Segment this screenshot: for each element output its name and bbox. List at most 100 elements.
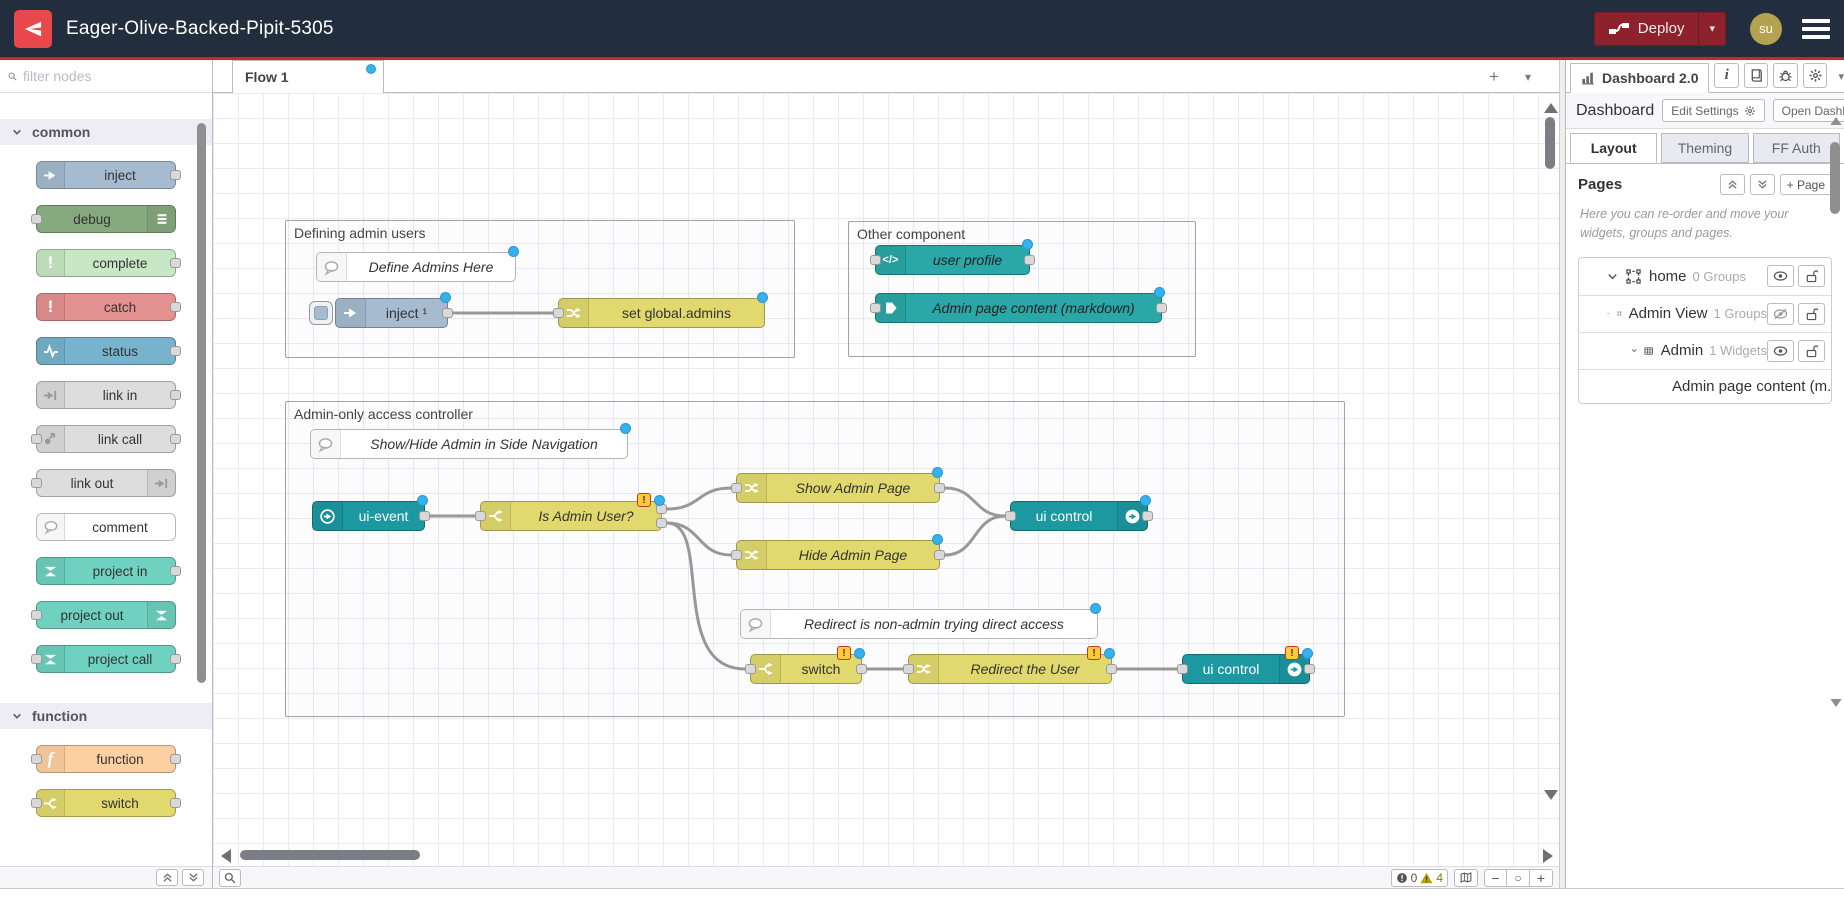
tree-row-home[interactable]: home 0 Groups: [1579, 258, 1831, 295]
output-port[interactable]: [170, 566, 181, 576]
user-avatar[interactable]: su: [1750, 13, 1782, 45]
palette-category-common[interactable]: common: [0, 119, 212, 145]
zoom-reset-button[interactable]: ○: [1507, 869, 1530, 887]
node-comment-define-admins[interactable]: Define Admins Here: [316, 252, 516, 282]
input-port[interactable]: [745, 664, 756, 674]
flow-list-caret[interactable]: ▾: [1525, 70, 1531, 84]
chevron-down-icon[interactable]: [1607, 271, 1618, 282]
flow-canvas[interactable]: Defining admin users Other component Adm…: [213, 93, 1559, 866]
chevron-down-icon[interactable]: [1607, 308, 1610, 319]
sidebar-scrollbar[interactable]: [1829, 98, 1842, 888]
output-port[interactable]: [442, 308, 453, 318]
chevron-down-icon[interactable]: [1631, 345, 1637, 356]
palette-node-link-call[interactable]: link call: [36, 425, 176, 453]
input-port[interactable]: [31, 478, 42, 488]
palette-node-complete[interactable]: ! complete: [36, 249, 176, 277]
input-port[interactable]: [31, 214, 42, 224]
inject-button[interactable]: [309, 301, 333, 325]
deploy-options-caret[interactable]: ▾: [1698, 13, 1725, 45]
horizontal-scroll-thumb[interactable]: [240, 850, 420, 860]
node-hide-admin-page[interactable]: Hide Admin Page: [736, 540, 940, 570]
output-port[interactable]: [170, 754, 181, 764]
output-port[interactable]: [170, 390, 181, 400]
sidebar-scroll-thumb[interactable]: [1830, 142, 1840, 214]
output-port[interactable]: [170, 654, 181, 664]
palette-node-comment[interactable]: comment: [36, 513, 176, 541]
tab-flow-1[interactable]: Flow 1: [232, 60, 384, 93]
group-defining-admin-users[interactable]: Defining admin users: [285, 220, 795, 358]
tab-dashboard-2[interactable]: Dashboard 2.0: [1570, 63, 1709, 93]
palette-node-project-call[interactable]: project call: [36, 645, 176, 673]
output-port[interactable]: [170, 258, 181, 268]
canvas-horizontal-scrollbar[interactable]: [213, 848, 1559, 862]
output-port[interactable]: [856, 664, 867, 674]
node-ui-event[interactable]: ui-event: [312, 501, 425, 531]
input-port[interactable]: [31, 754, 42, 764]
tab-theming[interactable]: Theming: [1661, 133, 1748, 163]
scroll-down-arrow[interactable]: [1830, 699, 1841, 707]
palette-expand-all-button[interactable]: [182, 869, 204, 886]
lock-toggle-button[interactable]: [1798, 340, 1825, 362]
tab-layout[interactable]: Layout: [1570, 133, 1657, 163]
zoom-in-button[interactable]: +: [1530, 869, 1553, 887]
navigator-button[interactable]: [1454, 869, 1478, 887]
scroll-up-arrow[interactable]: [1544, 103, 1558, 113]
palette-search[interactable]: [0, 60, 212, 93]
input-port[interactable]: [31, 798, 42, 808]
node-user-profile[interactable]: </> user profile: [875, 245, 1030, 275]
edit-settings-button[interactable]: Edit Settings: [1662, 99, 1764, 122]
output-port[interactable]: [934, 550, 945, 560]
output-port[interactable]: [934, 483, 945, 493]
node-show-admin-page[interactable]: Show Admin Page: [736, 473, 940, 503]
output-port[interactable]: [170, 302, 181, 312]
lock-toggle-button[interactable]: [1798, 303, 1825, 325]
tree-row-admin-view[interactable]: Admin View 1 Groups: [1579, 295, 1831, 332]
notifications-counter-button[interactable]: 0 4: [1391, 869, 1448, 887]
input-port[interactable]: [475, 511, 486, 521]
sidebar-resize-handle[interactable]: [1559, 60, 1566, 888]
collapse-all-button[interactable]: [1720, 174, 1745, 195]
search-flows-button[interactable]: [219, 869, 241, 887]
palette-scrollbar[interactable]: [197, 123, 206, 683]
palette-node-project-in[interactable]: project in: [36, 557, 176, 585]
visibility-toggle-button[interactable]: [1767, 303, 1794, 325]
input-port[interactable]: [870, 303, 881, 313]
expand-all-button[interactable]: [1750, 174, 1775, 195]
lock-toggle-button[interactable]: [1798, 265, 1825, 287]
add-flow-button[interactable]: +: [1489, 67, 1499, 87]
palette-node-catch[interactable]: ! catch: [36, 293, 176, 321]
canvas-vertical-scrollbar[interactable]: [1543, 93, 1557, 866]
node-set-global-admins[interactable]: set global.admins: [558, 298, 765, 328]
vertical-scroll-thumb[interactable]: [1545, 117, 1555, 169]
node-comment-redirect[interactable]: Redirect is non-admin trying direct acce…: [740, 609, 1098, 639]
input-port[interactable]: [1005, 511, 1016, 521]
input-port[interactable]: [903, 664, 914, 674]
visibility-toggle-button[interactable]: [1767, 265, 1794, 287]
output-port[interactable]: [1024, 255, 1035, 265]
input-port[interactable]: [31, 610, 42, 620]
input-port[interactable]: [731, 483, 742, 493]
scroll-up-arrow[interactable]: [1830, 117, 1841, 125]
output-port[interactable]: [170, 434, 181, 444]
zoom-out-button[interactable]: −: [1484, 869, 1507, 887]
palette-node-project-out[interactable]: project out: [36, 601, 176, 629]
node-is-admin-user[interactable]: Is Admin User? !: [480, 501, 662, 531]
palette-node-link-out[interactable]: link out: [36, 469, 176, 497]
input-port[interactable]: [553, 308, 564, 318]
output-port[interactable]: [1304, 664, 1315, 674]
palette-category-function[interactable]: function: [0, 703, 212, 729]
sidebar-tabs-caret[interactable]: ▾: [1838, 70, 1844, 83]
output-port[interactable]: [1156, 303, 1167, 313]
scroll-left-arrow[interactable]: [221, 849, 231, 863]
palette-node-status[interactable]: status: [36, 337, 176, 365]
input-port[interactable]: [31, 654, 42, 664]
output-port[interactable]: [170, 170, 181, 180]
node-inject[interactable]: inject ¹: [335, 298, 448, 328]
scroll-down-arrow[interactable]: [1544, 790, 1558, 800]
output-port[interactable]: [170, 346, 181, 356]
visibility-toggle-button[interactable]: [1767, 340, 1794, 362]
palette-node-switch[interactable]: switch: [36, 789, 176, 817]
palette-node-debug[interactable]: debug: [36, 205, 176, 233]
node-comment-show-hide-admin[interactable]: Show/Hide Admin in Side Navigation: [310, 429, 628, 459]
input-port[interactable]: [731, 550, 742, 560]
